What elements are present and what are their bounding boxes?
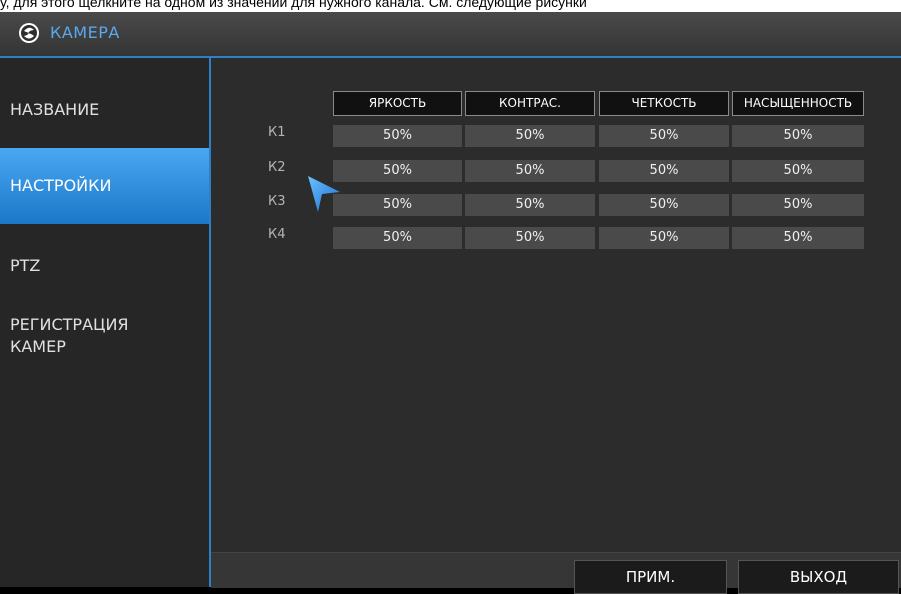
sidebar-item-label: РЕГИСТРАЦИЯ xyxy=(10,315,129,334)
sidebar-item-label: PTZ xyxy=(10,256,41,275)
cell-k4-contrast[interactable]: 50% xyxy=(465,227,595,249)
column-header-contrast: КОНТРАС. xyxy=(465,91,595,116)
exit-button[interactable]: ВЫХОД xyxy=(738,560,899,594)
sidebar-item-camera-registration[interactable]: РЕГИСТРАЦИЯ КАМЕР xyxy=(0,314,209,370)
camera-logo-icon xyxy=(19,23,39,43)
column-header-sharpness: ЧЕТКОСТЬ xyxy=(599,91,729,116)
sidebar: НАЗВАНИЕ НАСТРОЙКИ PTZ РЕГИСТРАЦИЯ КАМЕР xyxy=(0,58,209,587)
sidebar-item-label: НАСТРОЙКИ xyxy=(10,176,112,195)
cell-k1-brightness[interactable]: 50% xyxy=(333,125,462,147)
cell-k3-contrast[interactable]: 50% xyxy=(465,194,595,216)
apply-button[interactable]: ПРИМ. xyxy=(574,560,727,594)
cell-k2-saturation[interactable]: 50% xyxy=(732,160,864,182)
sidebar-item-label: НАЗВАНИЕ xyxy=(10,100,100,119)
row-label-k2: К2 xyxy=(268,160,286,175)
column-header-saturation: НАСЫЩЕННОСТЬ xyxy=(732,91,864,116)
cell-k4-saturation[interactable]: 50% xyxy=(732,227,864,249)
camera-window: КАМЕРА НАЗВАНИЕ НАСТРОЙКИ PTZ РЕГИСТРАЦИ… xyxy=(0,12,901,594)
window-title: КАМЕРА xyxy=(50,23,120,42)
sidebar-item-label-line2: КАМЕР xyxy=(10,337,66,356)
sidebar-item-ptz[interactable]: PTZ xyxy=(0,256,209,286)
document-caption: у, для этого щелкните на одном из значен… xyxy=(0,0,901,12)
cell-k2-sharpness[interactable]: 50% xyxy=(599,160,729,182)
cell-k3-brightness[interactable]: 50% xyxy=(333,194,462,216)
cell-k1-sharpness[interactable]: 50% xyxy=(599,125,729,147)
cell-k1-contrast[interactable]: 50% xyxy=(465,125,595,147)
cell-k1-saturation[interactable]: 50% xyxy=(732,125,864,147)
cell-k3-saturation[interactable]: 50% xyxy=(732,194,864,216)
row-label-k3: К3 xyxy=(268,194,286,209)
row-label-k1: К1 xyxy=(268,125,286,140)
row-label-k4: К4 xyxy=(268,227,286,242)
cell-k3-sharpness[interactable]: 50% xyxy=(599,194,729,216)
cell-k4-sharpness[interactable]: 50% xyxy=(599,227,729,249)
cell-k2-brightness[interactable]: 50% xyxy=(333,160,462,182)
mouse-pointer-icon xyxy=(308,176,340,212)
settings-panel: ЯРКОСТЬ КОНТРАС. ЧЕТКОСТЬ НАСЫЩЕННОСТЬ К… xyxy=(211,58,901,594)
sidebar-item-settings[interactable]: НАСТРОЙКИ xyxy=(0,148,209,224)
cell-k4-brightness[interactable]: 50% xyxy=(333,227,462,249)
column-header-brightness: ЯРКОСТЬ xyxy=(333,91,462,116)
sidebar-item-name[interactable]: НАЗВАНИЕ xyxy=(0,100,209,130)
title-bar: КАМЕРА xyxy=(0,12,901,56)
cell-k2-contrast[interactable]: 50% xyxy=(465,160,595,182)
